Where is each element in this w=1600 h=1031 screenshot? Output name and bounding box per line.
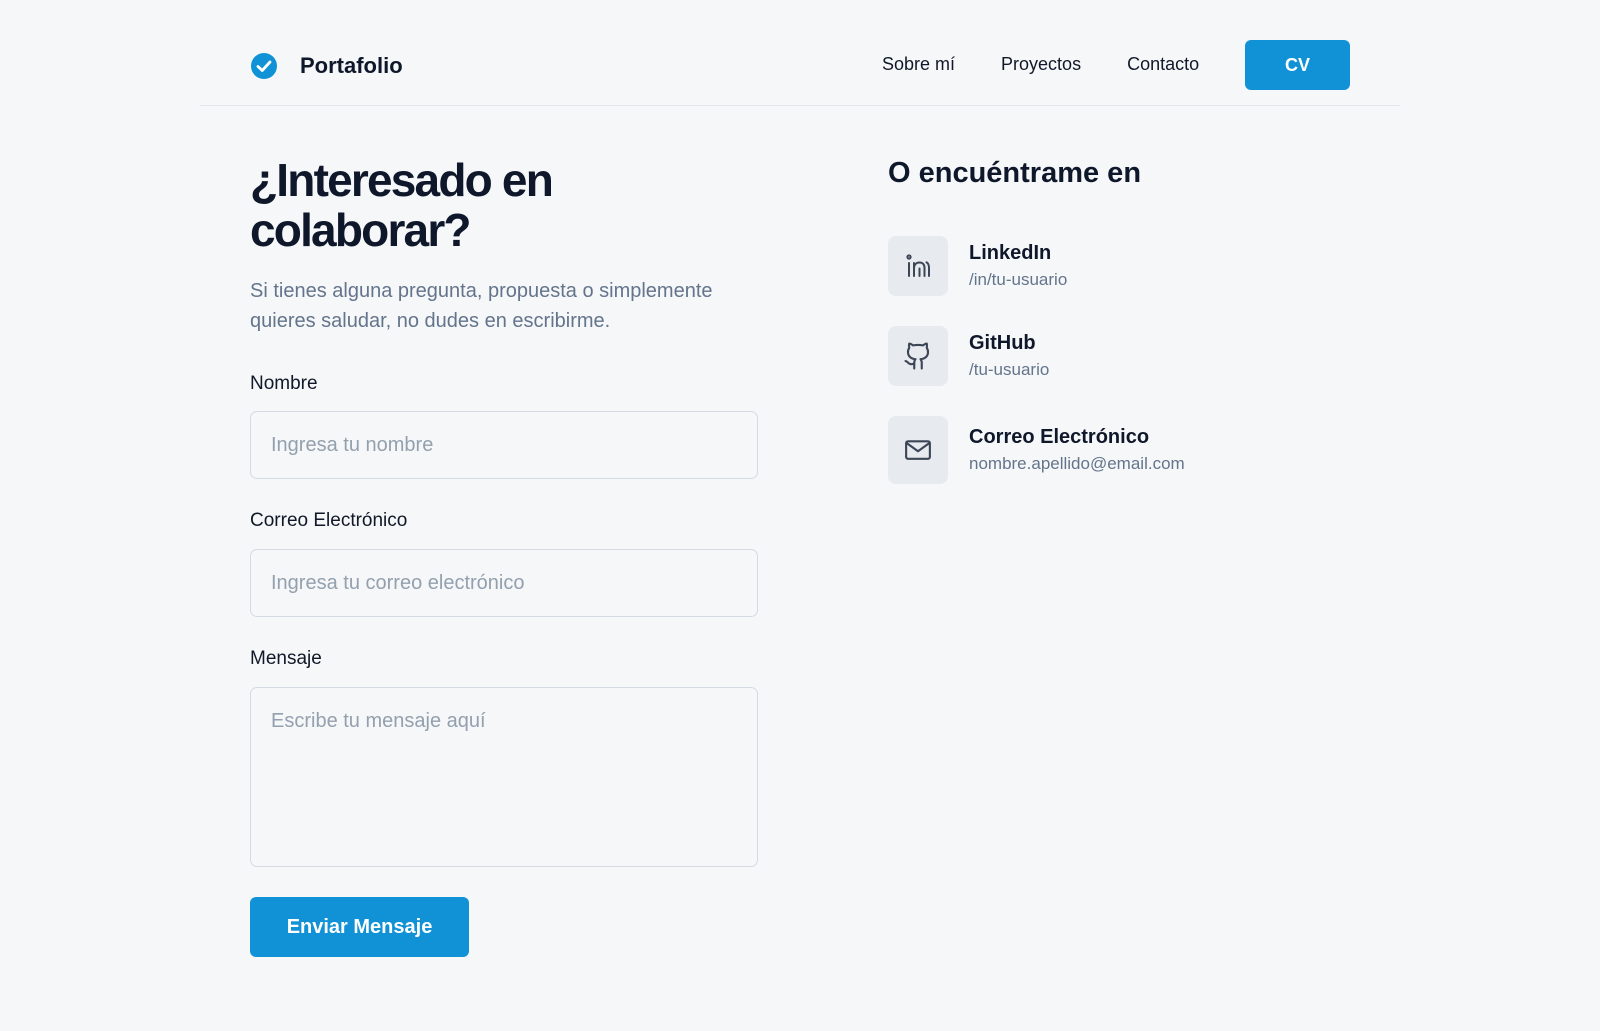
message-textarea[interactable] [250, 687, 758, 867]
site-header: Portafolio Sobre mí Proyectos Contacto C… [200, 0, 1400, 106]
contact-name: LinkedIn [969, 242, 1052, 264]
github-icon [888, 326, 948, 386]
contact-item-github[interactable]: GitHub /tu-usuario [888, 326, 1049, 386]
nav-link-proyectos[interactable]: Proyectos [1001, 54, 1081, 75]
contact-value: nombre.apellido@email.com [969, 454, 1185, 473]
contact-name: Correo Electrónico [969, 426, 1150, 448]
name-label: Nombre [250, 373, 318, 394]
send-message-button[interactable]: Enviar Mensaje [250, 897, 469, 957]
nav-link-sobre-mi[interactable]: Sobre mí [882, 54, 955, 75]
main-nav: Sobre mí Proyectos Contacto [882, 54, 1245, 75]
contact-form-section: ¿Interesado en colaborar? Si tienes algu… [250, 154, 760, 957]
check-circle-icon [251, 53, 277, 79]
name-input[interactable] [250, 411, 758, 479]
mail-icon [888, 416, 948, 484]
social-links-section: O encuéntrame en LinkedIn /in/tu-usuario [888, 155, 1448, 484]
cv-button[interactable]: CV [1245, 40, 1350, 90]
contact-item-linkedin[interactable]: LinkedIn /in/tu-usuario [888, 236, 1067, 296]
message-label: Mensaje [250, 648, 322, 669]
email-input[interactable] [250, 549, 758, 617]
email-label: Correo Electrónico [250, 510, 408, 531]
contact-value: /tu-usuario [969, 360, 1050, 379]
page-title: ¿Interesado en colaborar? [250, 154, 554, 256]
social-title: O encuéntrame en [888, 157, 1142, 189]
brand-name: Portafolio [300, 53, 403, 78]
contact-item-email[interactable]: Correo Electrónico nombre.apellido@email… [888, 416, 1185, 484]
nav-link-contacto[interactable]: Contacto [1127, 54, 1199, 75]
contact-value: /in/tu-usuario [969, 270, 1068, 289]
brand[interactable]: Portafolio [250, 52, 403, 80]
linkedin-icon [888, 236, 948, 296]
page-subtitle: Si tienes alguna pregunta, propuesta o s… [250, 280, 713, 332]
contact-name: GitHub [969, 332, 1036, 354]
